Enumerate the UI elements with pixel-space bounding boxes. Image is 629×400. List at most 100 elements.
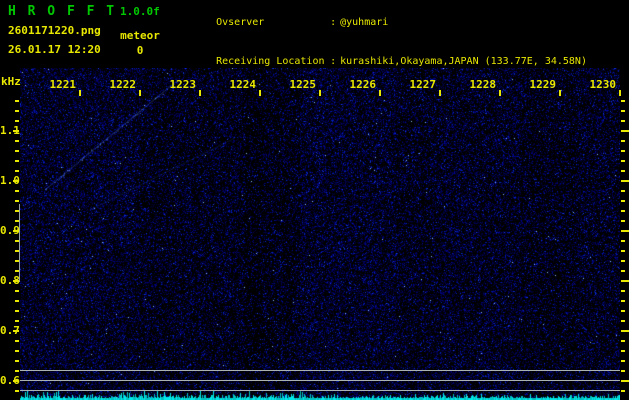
freq-minor-tick xyxy=(15,290,19,292)
info-separator: : xyxy=(330,56,337,67)
time-tick-label: 1229 xyxy=(529,78,557,91)
time-tick-label: 1225 xyxy=(289,78,317,91)
app-version: 1.0.0f xyxy=(120,5,160,18)
freq-minor-tick-right xyxy=(621,250,625,252)
capture-datetime: 26.01.17 12:20 xyxy=(8,43,101,56)
time-tick-label: 1230 xyxy=(589,78,617,91)
freq-minor-tick-right xyxy=(621,220,625,222)
freq-major-tick xyxy=(13,330,19,332)
freq-minor-tick xyxy=(15,120,19,122)
reference-line-middle xyxy=(20,380,620,381)
time-tick-label: 1226 xyxy=(349,78,377,91)
minute-tick xyxy=(499,90,501,96)
freq-minor-tick-right xyxy=(621,260,625,262)
info-value: @yuhmari xyxy=(340,17,389,28)
meteor-counter-value: 0 xyxy=(136,44,144,57)
freq-minor-tick-right xyxy=(621,150,625,152)
minute-tick xyxy=(379,90,381,96)
minute-tick xyxy=(199,90,201,96)
reference-line-lower xyxy=(20,390,620,391)
freq-minor-tick-right xyxy=(621,160,625,162)
freq-minor-tick xyxy=(15,220,19,222)
freq-tick-label: 1.0 xyxy=(0,174,20,187)
info-row-observer: Ovserver: @yuhmari xyxy=(180,3,587,42)
freq-minor-tick-right xyxy=(621,340,625,342)
freq-tick-label: 0.6 xyxy=(0,374,20,387)
freq-minor-tick xyxy=(15,360,19,362)
freq-minor-tick xyxy=(15,210,19,212)
minute-tick xyxy=(319,90,321,96)
freq-minor-tick xyxy=(15,250,19,252)
output-filename: 2601171220.png xyxy=(8,24,101,37)
meteor-counter-label: meteor xyxy=(120,29,160,42)
minute-tick xyxy=(259,90,261,96)
minute-tick xyxy=(79,90,81,96)
freq-major-tick xyxy=(13,280,19,282)
freq-minor-tick-right xyxy=(621,270,625,272)
info-value: kurashiki,Okayama,JAPAN (133.77E, 34.58N… xyxy=(340,56,587,67)
freq-minor-tick xyxy=(15,350,19,352)
spectrogram-canvas xyxy=(20,68,620,400)
info-separator: : xyxy=(330,17,337,28)
time-tick-label: 1224 xyxy=(229,78,257,91)
freq-minor-tick-right xyxy=(621,120,625,122)
freq-minor-tick-right xyxy=(621,210,625,212)
freq-minor-tick-right xyxy=(621,320,625,322)
freq-minor-tick-right xyxy=(621,200,625,202)
freq-minor-tick xyxy=(15,300,19,302)
freq-minor-tick-right xyxy=(621,360,625,362)
freq-minor-tick xyxy=(15,100,19,102)
freq-minor-tick-right xyxy=(621,300,625,302)
freq-minor-tick-right xyxy=(621,170,625,172)
time-tick-label: 1223 xyxy=(169,78,197,91)
freq-minor-tick xyxy=(15,340,19,342)
info-label: Receiving Location xyxy=(216,56,325,67)
freq-minor-tick xyxy=(15,150,19,152)
freq-major-tick xyxy=(13,230,19,232)
time-tick-label: 1227 xyxy=(409,78,437,91)
freq-major-tick-right xyxy=(621,180,629,182)
freq-minor-tick-right xyxy=(621,370,625,372)
time-tick-label: 1221 xyxy=(49,78,77,91)
freq-minor-tick-right xyxy=(621,110,625,112)
freq-major-tick-right xyxy=(621,280,629,282)
freq-minor-tick-right xyxy=(621,350,625,352)
info-label: Ovserver xyxy=(216,17,265,28)
freq-minor-tick xyxy=(15,310,19,312)
minute-tick xyxy=(559,90,561,96)
freq-major-tick xyxy=(13,380,19,382)
freq-major-tick-right xyxy=(621,380,629,382)
freq-tick-label: 0.7 xyxy=(0,324,20,337)
freq-minor-tick xyxy=(15,390,19,392)
freq-tick-label: 0.8 xyxy=(0,274,20,287)
freq-minor-tick xyxy=(15,240,19,242)
freq-minor-tick xyxy=(15,320,19,322)
freq-minor-tick-right xyxy=(621,100,625,102)
freq-major-tick-right xyxy=(621,130,629,132)
freq-minor-tick xyxy=(15,170,19,172)
time-tick-label: 1222 xyxy=(109,78,137,91)
freq-minor-tick xyxy=(15,370,19,372)
minute-tick xyxy=(139,90,141,96)
app-title: H R O F F T xyxy=(8,4,117,19)
freq-minor-tick-right xyxy=(621,240,625,242)
minute-tick xyxy=(439,90,441,96)
left-edge-marker-line xyxy=(19,204,20,282)
freq-minor-tick xyxy=(15,160,19,162)
y-axis-unit-label: kHz xyxy=(1,75,21,88)
hrofft-window: H R O F F T 1.0.0f 2601171220.png 26.01.… xyxy=(0,0,629,400)
freq-major-tick xyxy=(13,130,19,132)
freq-major-tick xyxy=(13,180,19,182)
freq-minor-tick-right xyxy=(621,190,625,192)
minute-tick xyxy=(619,90,621,96)
freq-minor-tick xyxy=(15,140,19,142)
freq-minor-tick-right xyxy=(621,390,625,392)
freq-major-tick-right xyxy=(621,330,629,332)
freq-tick-label: 1.1 xyxy=(0,124,20,137)
freq-minor-tick-right xyxy=(621,140,625,142)
freq-minor-tick xyxy=(15,200,19,202)
freq-tick-label: 0.9 xyxy=(0,224,20,237)
freq-minor-tick xyxy=(15,260,19,262)
freq-minor-tick-right xyxy=(621,290,625,292)
time-tick-label: 1228 xyxy=(469,78,497,91)
